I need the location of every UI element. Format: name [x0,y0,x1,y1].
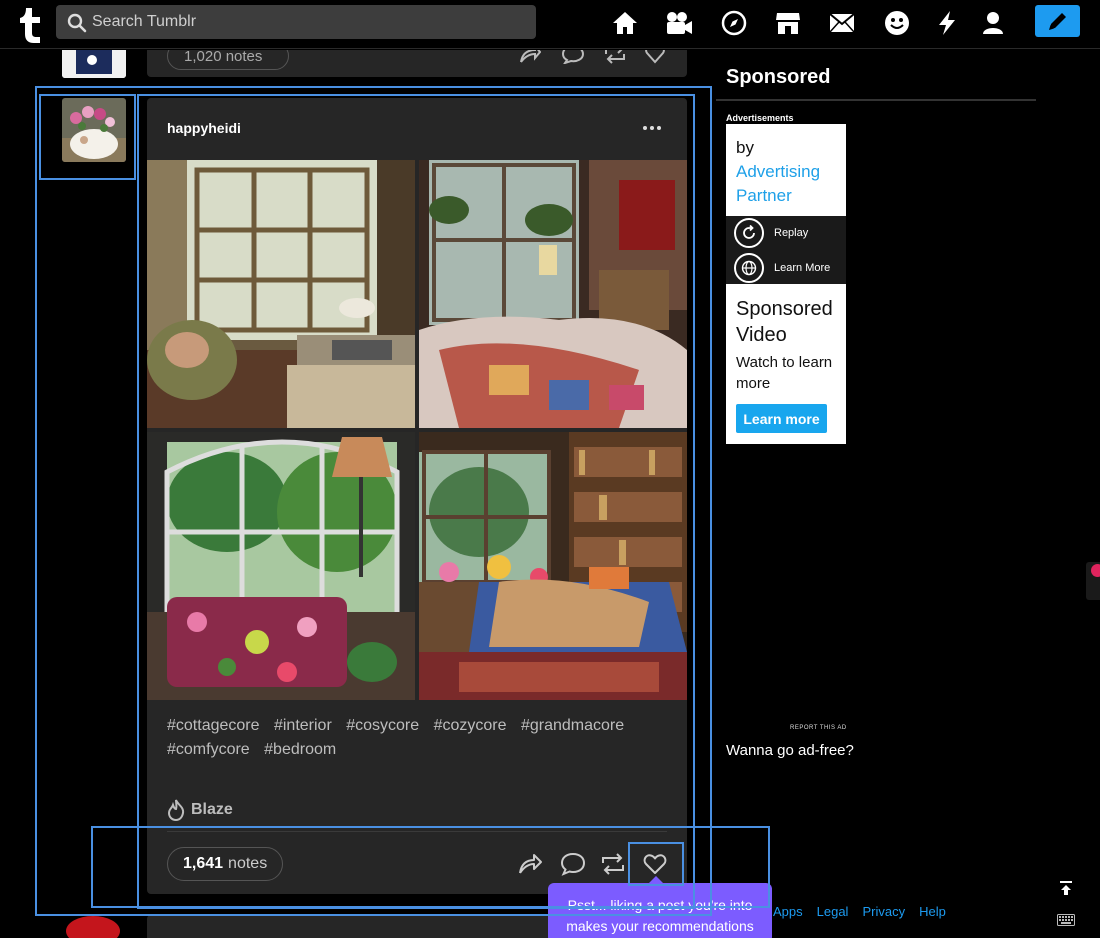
ad-by-text: by [736,138,754,157]
reblog-icon [602,853,624,875]
lightning-icon[interactable] [932,8,962,38]
more-dot-icon [657,126,661,130]
ad-replay-label: Replay [774,227,809,239]
shop-icon[interactable] [773,8,803,38]
ad-learn-more-small-label: Learn More [774,262,831,274]
arrow-up-to-top-icon [1060,881,1072,895]
notes-button[interactable]: 1,641 notes [167,847,284,881]
compose-post-button[interactable] [1035,5,1080,37]
tag-link[interactable]: #bedroom [264,738,336,762]
keyboard-icon [1057,914,1075,926]
tag-link[interactable]: #interior [274,714,332,738]
messages-envelope-icon[interactable] [827,8,857,38]
search-input[interactable] [92,5,522,39]
ad-subtext: Watch to learn more [736,354,833,392]
reply-icon[interactable] [561,50,585,64]
reblog-icon[interactable] [603,50,627,64]
close-icon[interactable] [1091,564,1100,577]
tag-link[interactable]: #grandmacore [521,714,624,738]
tooltip-text: Psst... liking a post you're into makes … [566,897,754,934]
reply-button[interactable] [558,849,588,879]
previous-post-notes-button[interactable]: 1,020 notes [167,50,289,70]
post-tags: #cottagecore #interior #cosycore #cozyco… [167,714,667,762]
more-options-button[interactable] [637,116,667,140]
previous-post-avatar[interactable] [62,50,126,78]
blaze-label: Blaze [191,801,233,818]
ad-partner-link[interactable]: Advertising Partner [736,160,841,208]
notes-label: notes [228,855,268,872]
advertisements-label: Advertisements [726,113,794,123]
previous-post-notes-label: 1,020 notes [184,50,263,65]
tag-link[interactable]: #comfycore [167,738,250,762]
blaze-button[interactable]: Blaze [167,798,233,822]
ad-headline: Sponsored Video [736,298,833,346]
ad-replay-button[interactable]: Replay [734,218,808,248]
activity-smiley-icon[interactable] [882,8,912,38]
sponsored-ad[interactable]: by Advertising Partner Replay Learn More… [726,124,846,444]
report-ad-link[interactable]: REPORT THIS AD [790,725,847,731]
sidebar-title: Sponsored [726,66,831,88]
post-photo[interactable] [147,432,415,700]
side-panel-tab[interactable] [1086,562,1100,600]
share-button[interactable] [515,849,545,879]
tag-link[interactable]: #cozycore [434,714,507,738]
like-button[interactable] [640,849,670,879]
top-navigation-bar [0,0,1100,49]
previous-post-card: 1,020 notes [147,50,687,77]
like-recommendation-tooltip[interactable]: Psst... liking a post you're into makes … [548,883,772,938]
share-icon [519,854,542,874]
post-author-avatar[interactable] [62,98,126,162]
ad-free-link[interactable]: Wanna go ad-free? [726,742,854,759]
sidebar-divider [716,99,1036,101]
ad-learn-more-small-button[interactable]: Learn More [734,253,830,283]
ad-video-player[interactable]: Replay Learn More [726,216,846,284]
search-bar[interactable] [56,5,536,39]
reblog-button[interactable] [598,849,628,879]
footer-links: Apps Legal Privacy Help [773,904,946,919]
post-photo[interactable] [419,160,687,428]
footer-link-privacy[interactable]: Privacy [862,904,905,919]
post-username[interactable]: happyheidi [167,120,241,136]
share-icon[interactable] [517,50,541,64]
explore-compass-icon[interactable] [719,8,749,38]
globe-icon [734,253,764,283]
ad-learn-more-button[interactable]: Learn more [736,404,827,433]
scroll-to-top-button[interactable] [1056,878,1076,898]
footer-divider [167,831,667,832]
tumblr-logo-icon[interactable] [14,4,44,44]
video-camera-icon[interactable] [664,8,694,38]
home-icon[interactable] [610,8,640,38]
footer-link-legal[interactable]: Legal [817,904,849,919]
footer-link-apps[interactable]: Apps [773,904,803,919]
notes-count: 1,641 [183,855,224,872]
post-header: happyheidi [147,98,687,160]
pencil-icon [1048,13,1066,30]
next-post-avatar[interactable] [66,916,120,938]
footer-link-help[interactable]: Help [919,904,946,919]
search-icon [67,13,87,33]
post-photo[interactable] [147,160,415,428]
flame-icon [167,799,185,821]
more-dot-icon [650,126,654,130]
tag-link[interactable]: #cosycore [346,714,419,738]
post-card: happyheidi #cottagecore #interior #cosyc… [147,98,687,894]
keyboard-shortcuts-button[interactable] [1056,912,1076,928]
post-photo[interactable] [419,432,687,700]
replay-icon [734,218,764,248]
like-heart-icon [643,854,667,874]
like-heart-icon[interactable] [645,50,665,64]
account-person-icon[interactable] [978,8,1008,38]
more-dot-icon [643,126,647,130]
tag-link[interactable]: #cottagecore [167,714,260,738]
reply-icon [560,852,586,876]
